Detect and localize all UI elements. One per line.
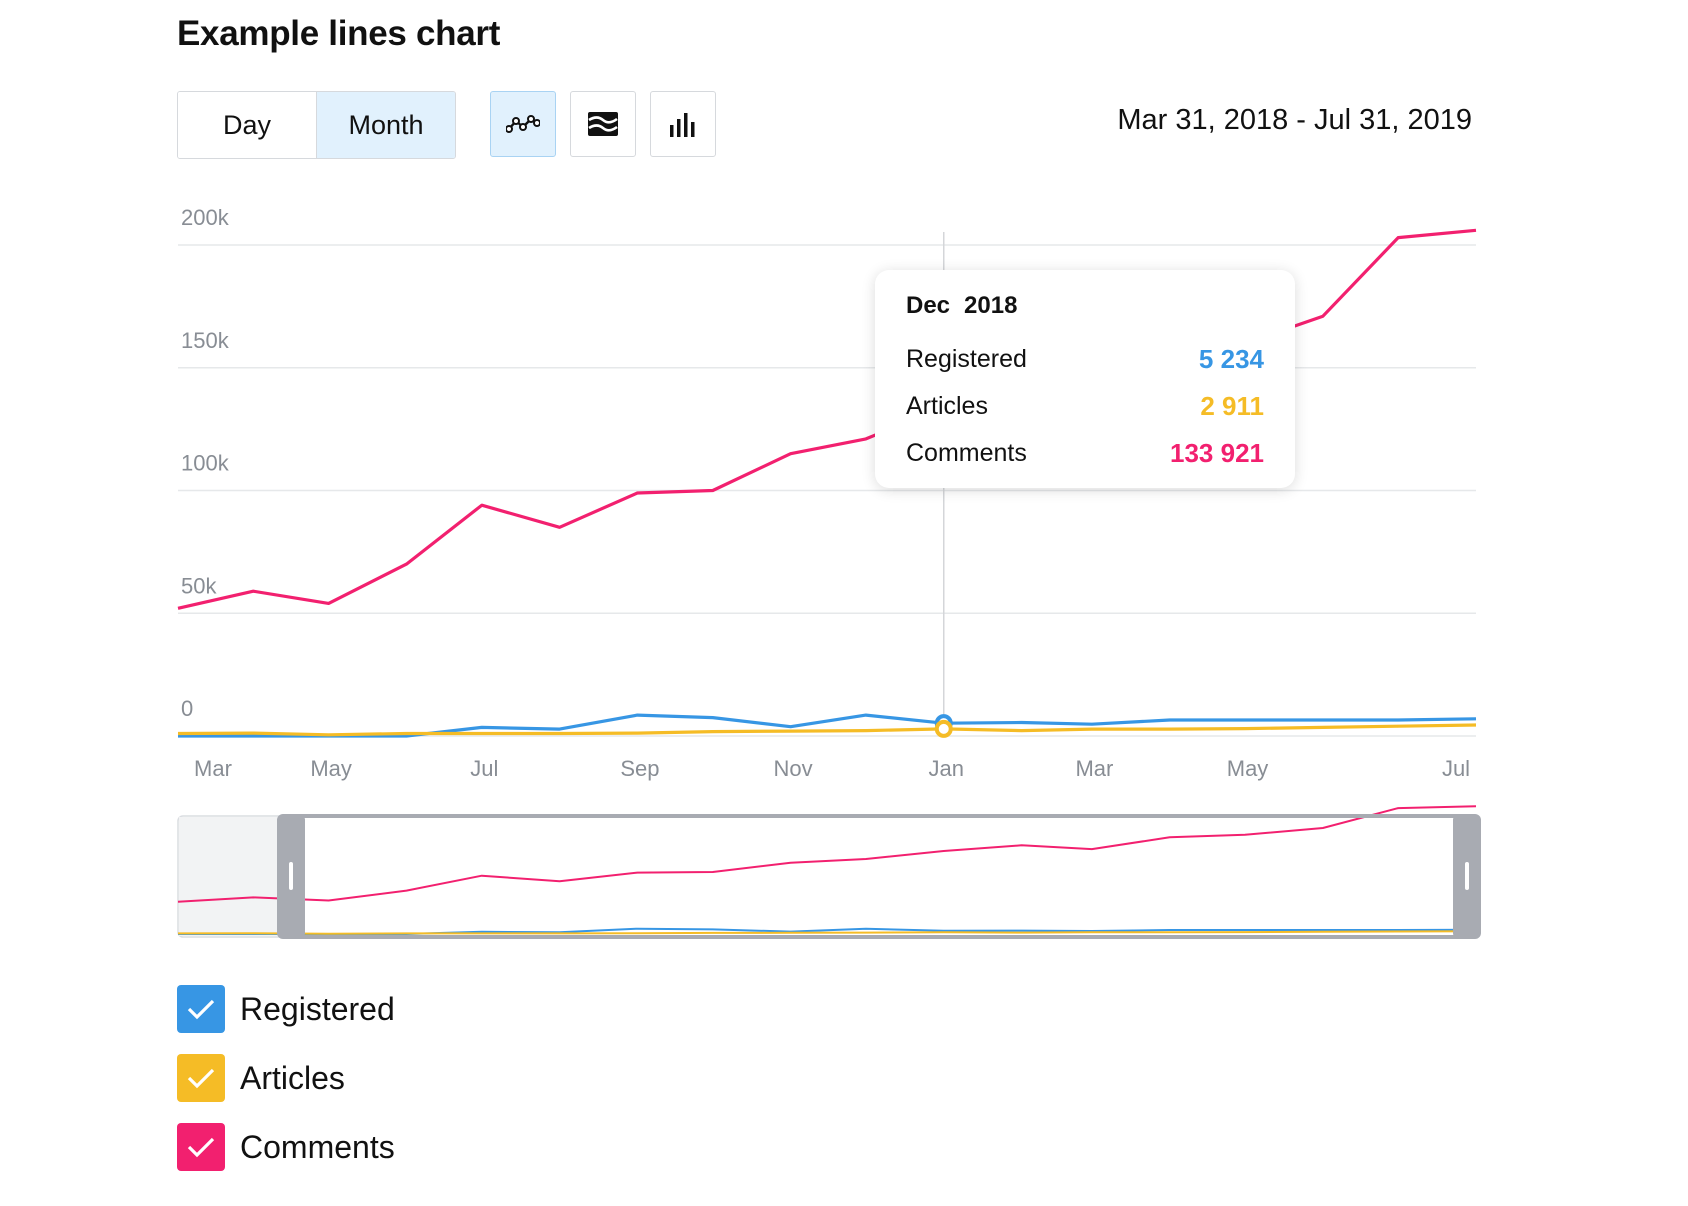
- legend-label: Registered: [240, 990, 395, 1027]
- y-tick-label: 50k: [181, 573, 217, 598]
- y-tick-label: 150k: [181, 328, 230, 353]
- legend-label: Comments: [240, 1128, 395, 1165]
- series-line-articles[interactable]: [177, 723, 1477, 737]
- x-tick-label: Nov: [774, 756, 813, 781]
- navigator-right-handle[interactable]: [1453, 814, 1481, 939]
- checkbox-articles[interactable]: [177, 1054, 225, 1102]
- checkmark-icon: [187, 1068, 215, 1089]
- y-tick-label: 100k: [181, 451, 230, 476]
- legend-item-articles[interactable]: Articles: [177, 1054, 345, 1102]
- x-tick-label: Jul: [1442, 756, 1470, 781]
- checkbox-comments[interactable]: [177, 1123, 225, 1171]
- checkmark-icon: [187, 1137, 215, 1158]
- tooltip-value: 2 911: [1200, 391, 1264, 421]
- x-tick-label: Mar: [194, 756, 232, 781]
- tooltip-label: Comments: [906, 439, 1027, 467]
- x-tick-label: May: [1227, 756, 1269, 781]
- tooltip-value: 133 921: [1170, 438, 1264, 468]
- tooltip-row-articles: Articles 2 911: [906, 383, 1264, 430]
- tooltip-label: Articles: [906, 392, 988, 420]
- tooltip-row-comments: Comments 133 921: [906, 430, 1264, 477]
- tooltip-month: Dec: [906, 292, 951, 319]
- range-navigator: [177, 805, 1481, 939]
- x-tick-label: Sep: [620, 756, 659, 781]
- navigator-left-handle[interactable]: [277, 814, 305, 939]
- checkbox-registered[interactable]: [177, 985, 225, 1033]
- navigator-frame: [177, 815, 1477, 938]
- y-axis-ticks: 0 50k 100k 150k 200k: [181, 205, 230, 721]
- tooltip-value: 5 234: [1198, 344, 1264, 374]
- x-tick-label: Mar: [1075, 756, 1113, 781]
- y-tick-label: 0: [181, 696, 193, 721]
- legend-item-comments[interactable]: Comments: [177, 1123, 395, 1171]
- x-tick-label: Jan: [929, 756, 964, 781]
- tooltip: Dec 2018 Registered 5 234 Articles 2 911 …: [875, 270, 1295, 488]
- tooltip-year: 2018: [964, 292, 1018, 319]
- checkmark-icon: [187, 999, 215, 1020]
- x-tick-label: Jul: [470, 756, 498, 781]
- hover-point-articles: [934, 719, 953, 738]
- legend-label: Articles: [240, 1059, 345, 1096]
- navigator-excluded-region: [179, 817, 279, 936]
- tooltip-date: Dec 2018: [906, 292, 1264, 336]
- x-tick-label: May: [310, 756, 352, 781]
- tooltip-label: Registered: [906, 345, 1027, 373]
- x-axis-ticks: Mar May Jul Sep Nov Jan Mar May Jul: [194, 756, 1470, 781]
- legend-item-registered[interactable]: Registered: [177, 985, 395, 1033]
- y-tick-label: 200k: [181, 205, 230, 230]
- tooltip-row-registered: Registered 5 234: [906, 336, 1264, 383]
